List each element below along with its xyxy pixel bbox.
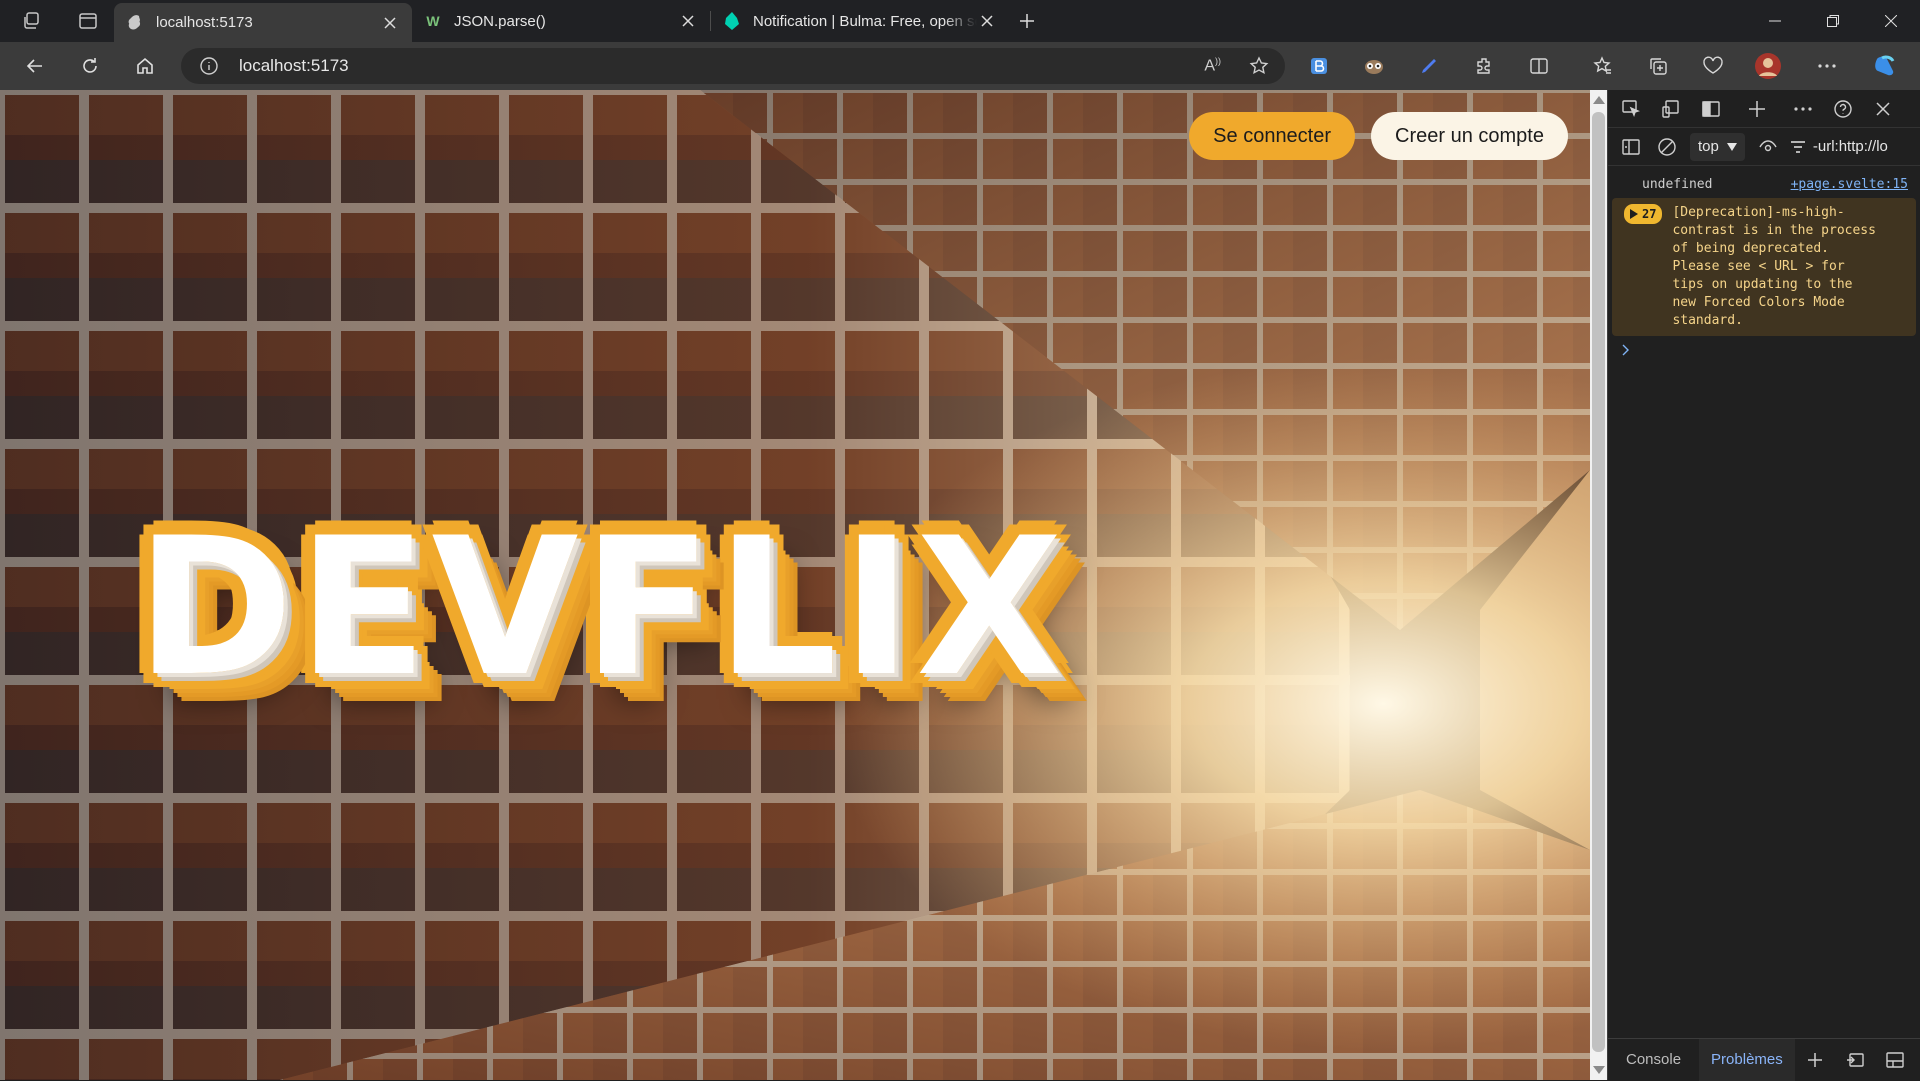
- login-button[interactable]: Se connecter: [1189, 112, 1356, 160]
- devtools-more-icon[interactable]: [1790, 96, 1816, 122]
- tab-strip: localhost:5173 W JSON.parse() Notificati…: [0, 0, 1920, 42]
- device-emulation-icon[interactable]: [1658, 96, 1684, 122]
- warning-count: 27: [1642, 207, 1657, 221]
- console-toolbar: top -url:http://lo: [1608, 128, 1920, 166]
- url-text: localhost:5173: [239, 56, 349, 75]
- owl-extension-icon[interactable]: [1355, 48, 1393, 84]
- close-tab-icon[interactable]: [977, 11, 997, 31]
- vertical-tabs-icon[interactable]: [62, 0, 114, 42]
- console-filter[interactable]: -url:http://lo: [1790, 138, 1911, 155]
- logo-text: DEVFLIX: [136, 497, 1067, 718]
- copilot-icon[interactable]: [1866, 48, 1904, 84]
- toggle-sidebar-icon[interactable]: [1618, 134, 1644, 160]
- tab-problems[interactable]: Problèmes: [1699, 1038, 1795, 1081]
- page-scrollbar[interactable]: [1590, 90, 1607, 1080]
- tab-console[interactable]: Console: [1608, 1039, 1699, 1081]
- scrollbar-thumb[interactable]: [1592, 112, 1605, 1052]
- collections-icon[interactable]: [1639, 48, 1677, 84]
- window-controls: [1746, 0, 1920, 42]
- reload-icon[interactable]: [69, 48, 111, 84]
- close-tab-icon[interactable]: [678, 11, 698, 31]
- log-text: undefined: [1642, 176, 1713, 192]
- address-actions: A)): [1204, 48, 1269, 84]
- restore-icon[interactable]: [1804, 0, 1862, 42]
- undock-drawer-icon[interactable]: [1835, 1039, 1875, 1081]
- tab-title: localhost:5173: [156, 14, 253, 31]
- close-devtools-icon[interactable]: [1870, 96, 1896, 122]
- warning-message: [Deprecation]-ms-high-contrast is in the…: [1672, 205, 1876, 328]
- context-value: top: [1698, 138, 1719, 155]
- home-icon[interactable]: [124, 48, 166, 84]
- bulma-favicon-icon: [723, 12, 741, 30]
- help-icon[interactable]: [1830, 96, 1856, 122]
- pen-extension-icon[interactable]: [1410, 48, 1448, 84]
- tab-localhost[interactable]: localhost:5173: [114, 3, 412, 42]
- minimize-icon[interactable]: [1746, 0, 1804, 42]
- devtools-panel: top -url:http://lo undefined +page.svelt…: [1607, 90, 1920, 1081]
- warning-count-badge: 27: [1624, 204, 1663, 224]
- devtools-top-toolbar: [1608, 90, 1920, 128]
- favorite-star-icon[interactable]: [1249, 56, 1269, 76]
- bitwarden-extension-icon[interactable]: [1300, 48, 1338, 84]
- back-icon[interactable]: [14, 48, 56, 84]
- split-screen-icon[interactable]: [1520, 48, 1558, 84]
- context-select[interactable]: top: [1690, 132, 1745, 161]
- scroll-down-arrow-icon[interactable]: [1593, 1066, 1605, 1074]
- close-window-icon[interactable]: [1862, 0, 1920, 42]
- w3-favicon-icon: W: [426, 13, 440, 29]
- address-bar[interactable]: localhost:5173 A)): [181, 48, 1285, 84]
- read-aloud-icon[interactable]: A)): [1204, 56, 1221, 75]
- inspect-element-icon[interactable]: [1618, 96, 1644, 122]
- tab-title: Notification | Bulma: Free, open source: [753, 12, 977, 30]
- deprecation-warning[interactable]: 27 [Deprecation]-ms-high-contrast is in …: [1612, 198, 1916, 336]
- add-drawer-tab-icon[interactable]: [1795, 1039, 1835, 1081]
- dock-drawer-icon[interactable]: [1875, 1039, 1915, 1081]
- tab-title: JSON.parse(): [454, 12, 546, 30]
- devflix-logo: DEVFLIX: [136, 488, 1236, 728]
- tab-json-parse[interactable]: W JSON.parse(): [412, 3, 710, 39]
- filter-text: -url:http://lo: [1812, 138, 1888, 155]
- favorites-icon[interactable]: [1584, 48, 1622, 84]
- site-info-icon[interactable]: [199, 56, 219, 76]
- clear-console-icon[interactable]: [1654, 134, 1680, 160]
- console-log-row: undefined +page.svelte:15: [1608, 172, 1920, 196]
- more-options-icon[interactable]: [1808, 48, 1846, 84]
- page-viewport: Se connecter Creer un compte DEVFLIX: [0, 90, 1590, 1080]
- tab-bulma-notification[interactable]: Notification | Bulma: Free, open source: [711, 3, 1009, 39]
- live-expression-eye-icon[interactable]: [1755, 134, 1781, 160]
- browser-toolbar: localhost:5173 A)): [0, 42, 1920, 90]
- console-prompt[interactable]: [1608, 336, 1920, 364]
- auth-buttons: Se connecter Creer un compte: [1189, 112, 1568, 160]
- profile-avatar[interactable]: [1749, 48, 1787, 84]
- extensions-icon[interactable]: [1465, 48, 1503, 84]
- signup-button[interactable]: Creer un compte: [1371, 112, 1568, 160]
- prompt-chevron-icon: [1622, 344, 1629, 356]
- workspaces-icon[interactable]: [0, 0, 62, 42]
- log-source-link[interactable]: +page.svelte:15: [1791, 177, 1908, 192]
- devtools-drawer-tabs: Console Problèmes: [1608, 1038, 1920, 1081]
- dock-side-icon[interactable]: [1698, 96, 1724, 122]
- scroll-up-arrow-icon[interactable]: [1593, 96, 1605, 104]
- svelte-favicon-icon: [126, 14, 144, 32]
- filter-icon: [1790, 140, 1805, 153]
- expand-arrow-icon: [1630, 209, 1638, 219]
- add-tool-icon[interactable]: [1744, 96, 1770, 122]
- browser-essentials-icon[interactable]: [1694, 48, 1732, 84]
- new-tab-button[interactable]: [1009, 3, 1045, 39]
- close-tab-icon[interactable]: [380, 13, 400, 33]
- chevron-down-icon: [1726, 142, 1737, 151]
